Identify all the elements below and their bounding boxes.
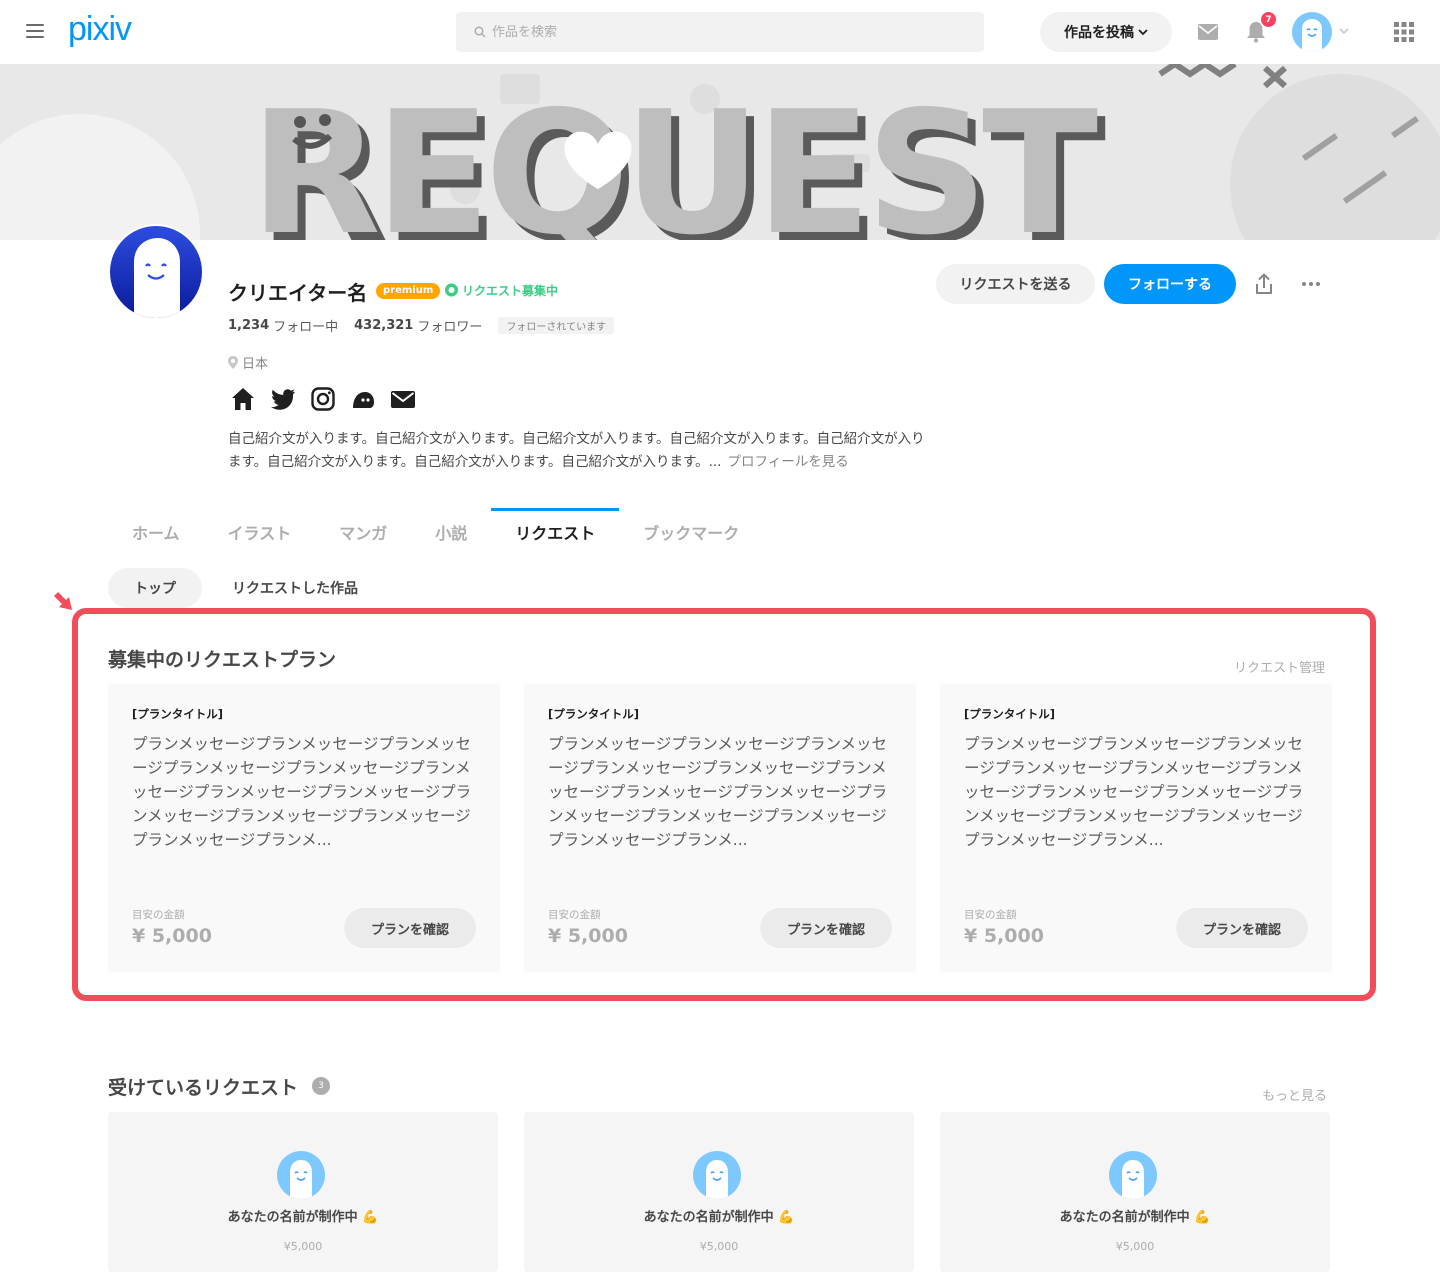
social-links <box>230 386 416 412</box>
see-more-link[interactable]: もっと見る <box>1262 1085 1327 1104</box>
chevron-down-icon[interactable] <box>1339 28 1349 35</box>
cover-image: REQUEST REQUEST <box>0 64 1440 240</box>
more-options-icon[interactable] <box>1302 282 1320 286</box>
request-status-text: あなたの名前が制作中 💪 <box>227 1210 379 1225</box>
plan-price-label: 目安の金額 <box>964 909 1017 921</box>
request-subtabs: トップ リクエストした作品 <box>108 568 384 608</box>
plan-title: [プランタイトル] <box>548 707 640 721</box>
profile-tabs: ホーム イラスト マンガ 小説 リクエスト ブックマーク <box>108 508 763 556</box>
pawoo-icon[interactable] <box>350 386 376 412</box>
mail-icon[interactable] <box>390 386 416 412</box>
subtab-top[interactable]: トップ <box>108 568 202 608</box>
request-card[interactable]: あなたの名前が制作中 💪 ¥5,000 <box>108 1112 498 1272</box>
plan-message: プランメッセージプランメッセージプランメッセージプランメッセージプランメッセージ… <box>964 735 1304 849</box>
plan-title: [プランタイトル] <box>132 707 224 721</box>
plan-message: プランメッセージプランメッセージプランメッセージプランメッセージプランメッセージ… <box>548 735 888 849</box>
tab-manga[interactable]: マンガ <box>315 508 411 556</box>
apps-grid-icon[interactable] <box>1394 22 1414 42</box>
request-price: ¥5,000 <box>1115 1240 1155 1253</box>
request-card[interactable]: あなたの名前が制作中 💪 ¥5,000 <box>524 1112 914 1272</box>
user-avatar[interactable] <box>1292 12 1332 52</box>
plan-price-label: 目安の金額 <box>132 909 185 921</box>
avatar-ghost-icon <box>1302 19 1322 52</box>
profile-avatar[interactable] <box>108 224 204 320</box>
profile-ghost-icon <box>110 226 202 318</box>
search-input[interactable] <box>492 24 952 40</box>
subtab-requested-works[interactable]: リクエストした作品 <box>206 568 384 608</box>
request-status[interactable]: リクエスト募集中 <box>444 282 558 299</box>
send-request-button[interactable]: リクエストを送る <box>936 264 1095 304</box>
plan-price: ¥ 5,000 <box>964 925 1044 947</box>
following-count[interactable]: 1,234 <box>228 318 269 333</box>
following-label[interactable]: フォロー中 <box>273 316 338 335</box>
request-manage-link[interactable]: リクエスト管理 <box>1234 657 1325 676</box>
search-box[interactable] <box>456 12 984 52</box>
tab-request[interactable]: リクエスト <box>491 508 620 556</box>
requester-avatar <box>1109 1151 1157 1199</box>
search-icon <box>474 26 486 38</box>
view-plan-button[interactable]: プランを確認 <box>760 908 892 948</box>
svg-text:REQUEST: REQUEST <box>250 75 1098 240</box>
received-count-badge: 3 <box>312 1077 330 1095</box>
tab-home[interactable]: ホーム <box>108 508 204 556</box>
ghost-avatar-icon <box>1122 1160 1144 1199</box>
share-icon[interactable] <box>1254 273 1274 295</box>
premium-badge: premium <box>376 283 441 299</box>
request-card[interactable]: あなたの名前が制作中 💪 ¥5,000 <box>940 1112 1330 1272</box>
tab-illust[interactable]: イラスト <box>204 508 316 556</box>
requester-avatar <box>693 1151 741 1199</box>
plan-card: [プランタイトル] プランメッセージプランメッセージプランメッセージプランメッセ… <box>108 684 500 972</box>
location-label: 日本 <box>242 357 269 372</box>
home-icon[interactable] <box>230 386 256 412</box>
request-cover-illustration: REQUEST REQUEST <box>0 64 1440 240</box>
post-work-button[interactable]: 作品を投稿 <box>1040 12 1172 52</box>
tab-bookmark[interactable]: ブックマーク <box>619 508 763 556</box>
request-bubble-icon <box>445 283 458 297</box>
plans-section-title: 募集中のリクエストプラン <box>108 649 337 671</box>
instagram-icon[interactable] <box>310 386 336 412</box>
plan-card: [プランタイトル] プランメッセージプランメッセージプランメッセージプランメッセ… <box>524 684 916 972</box>
location-pin-icon <box>228 356 238 369</box>
follow-stats: 1,234 フォロー中 432,321 フォロワー フォローされています <box>228 316 615 335</box>
notification-badge: 7 <box>1261 12 1276 27</box>
ghost-avatar-icon <box>290 1160 312 1199</box>
mail-icon[interactable] <box>1198 24 1218 40</box>
global-header: pixiv 作品を投稿 7 <box>0 0 1440 64</box>
followers-count[interactable]: 432,321 <box>354 318 413 333</box>
plan-price-label: 目安の金額 <box>548 909 601 921</box>
view-plan-button[interactable]: プランを確認 <box>344 908 476 948</box>
pixiv-logo[interactable]: pixiv <box>68 10 132 49</box>
request-status-label: リクエスト募集中 <box>462 284 559 298</box>
follow-button[interactable]: フォローする <box>1104 264 1236 304</box>
profile-more-link[interactable]: プロフィールを見る <box>727 454 848 470</box>
plan-price: ¥ 5,000 <box>132 925 212 947</box>
tab-novel[interactable]: 小説 <box>411 508 491 556</box>
ghost-avatar-icon <box>706 1160 728 1199</box>
twitter-icon[interactable] <box>270 386 296 412</box>
request-price: ¥5,000 <box>283 1240 323 1253</box>
plan-title: [プランタイトル] <box>964 707 1056 721</box>
plan-price: ¥ 5,000 <box>548 925 628 947</box>
chevron-down-icon <box>1138 28 1148 35</box>
request-status-text: あなたの名前が制作中 💪 <box>643 1210 795 1225</box>
request-status-text: あなたの名前が制作中 💪 <box>1059 1210 1211 1225</box>
plan-message: プランメッセージプランメッセージプランメッセージプランメッセージプランメッセージ… <box>132 735 472 849</box>
followed-tag: フォローされています <box>498 317 615 334</box>
location: 日本 <box>228 353 268 372</box>
post-work-label: 作品を投稿 <box>1064 25 1134 41</box>
menu-icon[interactable] <box>26 24 44 38</box>
requester-avatar <box>277 1151 325 1199</box>
creator-name: クリエイター名 <box>228 281 368 305</box>
received-section-title: 受けているリクエスト <box>108 1077 299 1099</box>
request-price: ¥5,000 <box>699 1240 739 1253</box>
pointer-arrow-icon <box>54 592 72 610</box>
followers-label[interactable]: フォロワー <box>417 316 482 335</box>
plan-card: [プランタイトル] プランメッセージプランメッセージプランメッセージプランメッセ… <box>940 684 1332 972</box>
profile-bio: 自己紹介文が入ります。自己紹介文が入ります。自己紹介文が入ります。自己紹介文が入… <box>228 428 928 474</box>
view-plan-button[interactable]: プランを確認 <box>1176 908 1308 948</box>
